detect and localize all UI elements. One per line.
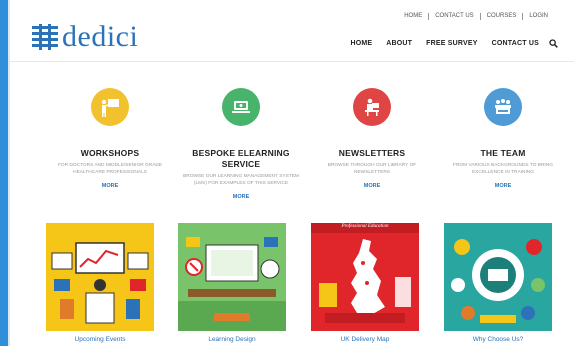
events-illustration [46, 223, 154, 331]
tile-upcoming-events[interactable]: Upcoming Events [46, 223, 154, 343]
nav-free-survey[interactable]: FREE SURVEY [426, 40, 477, 47]
dedici-logo-icon [32, 24, 58, 50]
left-accent-bar [0, 0, 8, 346]
nav-home[interactable]: HOME [350, 40, 372, 47]
why-choose-us-illustration [444, 223, 552, 331]
laptop-icon[interactable] [222, 88, 260, 126]
reader-icon[interactable] [353, 88, 391, 126]
feature-description: FOR DOCTORS AND MIDDLE/SENIOR GRADE HEAL… [57, 163, 163, 175]
nav-contact-us[interactable]: CONTACT US [492, 40, 539, 47]
uk-map-illustration: Professional Education [311, 223, 419, 331]
search-icon[interactable] [549, 39, 558, 48]
feature-workshops: WORKSHOPS FOR DOCTORS AND MIDDLE/SENIOR … [45, 88, 175, 189]
features-section: WORKSHOPS FOR DOCTORS AND MIDDLE/SENIOR … [10, 88, 574, 208]
feature-title: NEWSLETTERS [338, 148, 406, 158]
utility-nav: HOME CONTACT US COURSES LOGIN [398, 13, 554, 20]
team-icon[interactable] [484, 88, 522, 126]
more-link[interactable]: MORE [307, 183, 437, 189]
feature-description: BROWSE THROUGH OUR LIBRARY OF NEWSLETTER… [327, 163, 417, 175]
util-nav-login[interactable]: LOGIN [522, 13, 554, 20]
feature-bespoke-elearning: BESPOKE ELEARNING SERVICE BROWSE OUR LEA… [176, 88, 306, 200]
site-header: dedici HOME CONTACT US COURSES LOGIN HOM… [10, 0, 574, 62]
feature-title: THE TEAM [480, 148, 526, 158]
feature-newsletters: NEWSLETTERS BROWSE THROUGH OUR LIBRARY O… [307, 88, 437, 189]
tile-why-choose-us[interactable]: Why Choose Us? [444, 223, 552, 343]
more-link[interactable]: MORE [438, 183, 568, 189]
main-nav: HOME ABOUT FREE SURVEY CONTACT US [336, 39, 558, 48]
brand-logo[interactable]: dedici [32, 22, 138, 52]
util-nav-courses[interactable]: COURSES [479, 13, 523, 20]
learning-design-illustration [178, 223, 286, 331]
tile-caption[interactable]: UK Delivery Map [311, 336, 419, 343]
tile-caption[interactable]: Learning Design [178, 336, 286, 343]
feature-description: BROWSE OUR LEARNING MANAGEMENT SYSTEM (L… [183, 174, 299, 186]
util-nav-home[interactable]: HOME [398, 13, 428, 20]
brand-name: dedici [62, 20, 139, 53]
feature-title: WORKSHOPS [80, 148, 140, 158]
tile-learning-design[interactable]: Learning Design [178, 223, 286, 343]
nav-about[interactable]: ABOUT [386, 40, 412, 47]
presenter-icon[interactable] [91, 88, 129, 126]
more-link[interactable]: MORE [176, 194, 306, 200]
tile-uk-delivery-map[interactable]: Professional Education UK Delivery Map [311, 223, 419, 343]
feature-title: BESPOKE ELEARNING SERVICE [192, 148, 290, 169]
tile-caption[interactable]: Upcoming Events [46, 336, 154, 343]
feature-description: FROM VARIOUS BACKGROUNDS TO BRING EXCELL… [453, 163, 553, 175]
tile-caption[interactable]: Why Choose Us? [444, 336, 552, 343]
more-link[interactable]: MORE [45, 183, 175, 189]
feature-the-team: THE TEAM FROM VARIOUS BACKGROUNDS TO BRI… [438, 88, 568, 189]
util-nav-contact-us[interactable]: CONTACT US [428, 13, 479, 20]
tile-banner: Professional Education [341, 224, 389, 229]
